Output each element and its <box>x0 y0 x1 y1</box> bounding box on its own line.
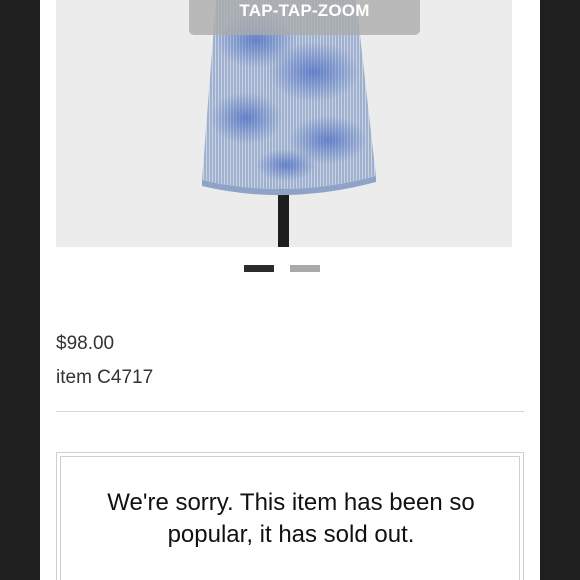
product-price: $98.00 <box>56 333 115 354</box>
product-image[interactable]: TAP-TAP-ZOOM <box>56 0 512 247</box>
image-pager <box>40 265 540 273</box>
sold-out-notice: We're sorry. This item has been so popul… <box>56 452 524 580</box>
divider <box>56 411 524 412</box>
item-number: item C4717 <box>56 367 154 388</box>
tap-tap-zoom-hint: TAP-TAP-ZOOM <box>189 0 420 35</box>
pager-dot-1[interactable] <box>244 265 274 272</box>
sold-out-message: We're sorry. This item has been so popul… <box>57 487 525 551</box>
sold-out-message-line1: We're sorry. This item has been so <box>107 489 475 516</box>
skirt-photo <box>202 0 376 247</box>
product-page: TAP-TAP-ZOOM $98.00 item C4717 We're sor… <box>40 0 540 580</box>
sold-out-message-line2: popular, it has sold out. <box>167 521 415 548</box>
pager-dot-2[interactable] <box>290 265 320 272</box>
